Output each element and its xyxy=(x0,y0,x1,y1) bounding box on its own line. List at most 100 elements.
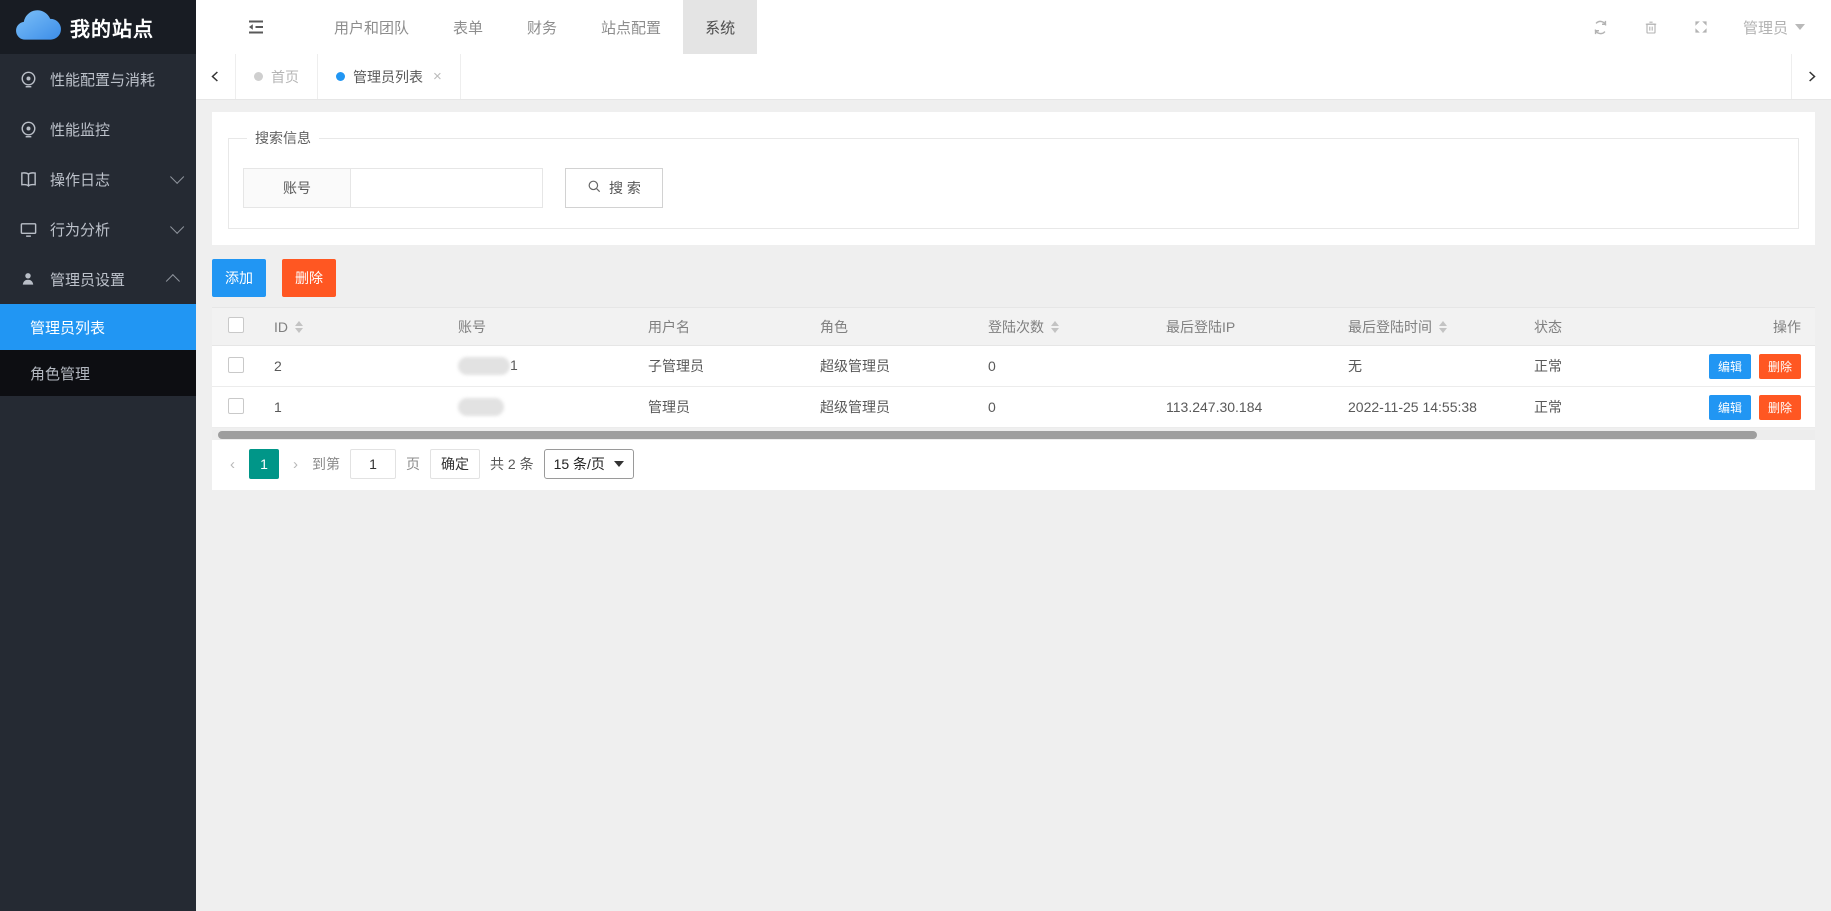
column-header-last-ip: 最后登陆IP xyxy=(1150,308,1332,346)
account-label: 账号 xyxy=(243,168,351,208)
nav-item-users-teams[interactable]: 用户和团队 xyxy=(312,0,431,54)
account-input[interactable] xyxy=(351,168,543,208)
goto-suffix-label: 页 xyxy=(406,454,420,474)
confirm-button[interactable]: 确定 xyxy=(430,449,480,479)
search-button-label: 搜 索 xyxy=(609,178,641,198)
tab-label: 管理员列表 xyxy=(353,67,423,87)
nav-item-site-config[interactable]: 站点配置 xyxy=(579,0,683,54)
search-button[interactable]: 搜 索 xyxy=(565,168,663,208)
sort-icon[interactable] xyxy=(1051,321,1059,333)
nav-item-label: 站点配置 xyxy=(601,17,661,38)
row-checkbox[interactable] xyxy=(228,357,244,373)
cell-last-ip xyxy=(1150,346,1332,387)
site-logo[interactable]: 我的站点 xyxy=(0,0,196,54)
sidebar-item-behavior-analysis[interactable]: 行为分析 xyxy=(0,204,196,254)
sidebar-item-admin-list[interactable]: 管理员列表 xyxy=(0,304,196,350)
cell-role: 超级管理员 xyxy=(804,346,972,387)
broadcast-icon xyxy=(18,69,38,89)
submenu-item-label: 角色管理 xyxy=(30,363,90,384)
column-header-login-count: 登陆次数 xyxy=(988,317,1044,337)
fullscreen-icon[interactable] xyxy=(1693,19,1709,35)
top-nav: 用户和团队 表单 财务 站点配置 系统 xyxy=(312,0,757,54)
sidebar-item-label: 性能配置与消耗 xyxy=(50,69,180,90)
tab-label: 首页 xyxy=(271,67,299,87)
account-suffix: 1 xyxy=(510,357,518,373)
next-page-icon[interactable]: › xyxy=(289,456,302,473)
table-toolbar: 添加 删除 xyxy=(212,245,1815,307)
page-content: 搜索信息 账号 搜 索 xyxy=(196,100,1831,911)
sidebar-item-label: 操作日志 xyxy=(50,169,170,190)
tab-admin-list[interactable]: 管理员列表 × xyxy=(317,54,461,99)
user-icon xyxy=(18,269,38,289)
tabs-scroll-right-icon[interactable] xyxy=(1791,54,1831,99)
goto-page-input[interactable] xyxy=(350,449,396,479)
page-size-select[interactable]: 15 条/页 xyxy=(544,449,634,479)
tab-home[interactable]: 首页 xyxy=(236,54,317,99)
main-column: 用户和团队 表单 财务 站点配置 系统 管理员 xyxy=(196,0,1831,911)
tab-bar: 首页 管理员列表 × xyxy=(196,54,1831,100)
caret-down-icon xyxy=(1795,24,1805,30)
row-checkbox[interactable] xyxy=(228,398,244,414)
sidebar-item-operation-log[interactable]: 操作日志 xyxy=(0,154,196,204)
nav-item-label: 用户和团队 xyxy=(334,17,409,38)
book-icon xyxy=(18,169,38,189)
trash-icon[interactable] xyxy=(1643,19,1659,35)
sidebar-item-label: 行为分析 xyxy=(50,219,170,240)
topbar-actions: 管理员 xyxy=(1592,17,1831,38)
column-header-actions: 操作 xyxy=(1670,308,1815,346)
tabs-scroll-left-icon[interactable] xyxy=(196,54,236,99)
site-name: 我的站点 xyxy=(70,13,154,42)
cell-last-ip: 113.247.30.184 xyxy=(1150,387,1332,428)
sidebar-item-admin-settings[interactable]: 管理员设置 xyxy=(0,254,196,304)
account-input-group: 账号 xyxy=(243,168,543,208)
goto-prefix-label: 到第 xyxy=(312,454,340,474)
sidebar: 我的站点 性能配置与消耗 性能监控 操作日志 行为分析 xyxy=(0,0,196,911)
admin-settings-submenu: 管理员列表 角色管理 xyxy=(0,304,196,396)
cell-last-time: 无 xyxy=(1332,346,1518,387)
broadcast-icon xyxy=(18,119,38,139)
total-count-label: 共 2 条 xyxy=(490,454,534,474)
sidebar-item-label: 管理员设置 xyxy=(50,269,170,290)
nav-item-system[interactable]: 系统 xyxy=(683,0,757,54)
cell-login-count: 0 xyxy=(972,387,1150,428)
menu-fold-icon[interactable] xyxy=(246,17,266,37)
row-delete-button[interactable]: 删除 xyxy=(1759,354,1801,379)
add-button[interactable]: 添加 xyxy=(212,259,266,297)
close-icon[interactable]: × xyxy=(433,68,442,85)
sidebar-item-performance-config[interactable]: 性能配置与消耗 xyxy=(0,54,196,104)
monitor-icon xyxy=(18,219,38,239)
cell-status: 正常 xyxy=(1518,346,1670,387)
sidebar-item-label: 性能监控 xyxy=(50,119,180,140)
sidebar-item-performance-monitor[interactable]: 性能监控 xyxy=(0,104,196,154)
chevron-down-icon xyxy=(170,220,184,234)
row-delete-button[interactable]: 删除 xyxy=(1759,395,1801,420)
user-menu[interactable]: 管理员 xyxy=(1743,17,1805,38)
cell-last-time: 2022-11-25 14:55:38 xyxy=(1332,387,1518,428)
caret-down-icon xyxy=(614,461,624,467)
table-header-row: ID 账号 用户名 角色 登陆次数 最后登陆IP 最后登陆时间 状态 操作 xyxy=(212,308,1815,346)
sort-icon[interactable] xyxy=(295,321,303,333)
admin-table: ID 账号 用户名 角色 登陆次数 最后登陆IP 最后登陆时间 状态 操作 2 xyxy=(212,307,1815,428)
user-menu-label: 管理员 xyxy=(1743,17,1788,38)
sidebar-item-role-management[interactable]: 角色管理 xyxy=(0,350,196,396)
submenu-item-label: 管理员列表 xyxy=(30,317,105,338)
edit-button[interactable]: 编辑 xyxy=(1709,395,1751,420)
nav-item-forms[interactable]: 表单 xyxy=(431,0,505,54)
prev-page-icon[interactable]: ‹ xyxy=(226,456,239,473)
page-size-label: 15 条/页 xyxy=(554,454,605,474)
table-row: 1 管理员 超级管理员 0 113.247.30.184 2022-11-25 … xyxy=(212,387,1815,428)
nav-item-finance[interactable]: 财务 xyxy=(505,0,579,54)
column-header-last-time: 最后登陆时间 xyxy=(1348,317,1432,337)
refresh-icon[interactable] xyxy=(1592,19,1609,36)
scrollbar-thumb[interactable] xyxy=(218,431,1757,439)
current-page-button[interactable]: 1 xyxy=(249,449,279,479)
search-panel-legend: 搜索信息 xyxy=(247,128,319,148)
redacted-account xyxy=(458,398,504,416)
sort-icon[interactable] xyxy=(1439,321,1447,333)
select-all-checkbox[interactable] xyxy=(228,317,244,333)
cell-role: 超级管理员 xyxy=(804,387,972,428)
cell-account xyxy=(442,387,632,428)
edit-button[interactable]: 编辑 xyxy=(1709,354,1751,379)
column-header-username: 用户名 xyxy=(632,308,804,346)
delete-button[interactable]: 删除 xyxy=(282,259,336,297)
